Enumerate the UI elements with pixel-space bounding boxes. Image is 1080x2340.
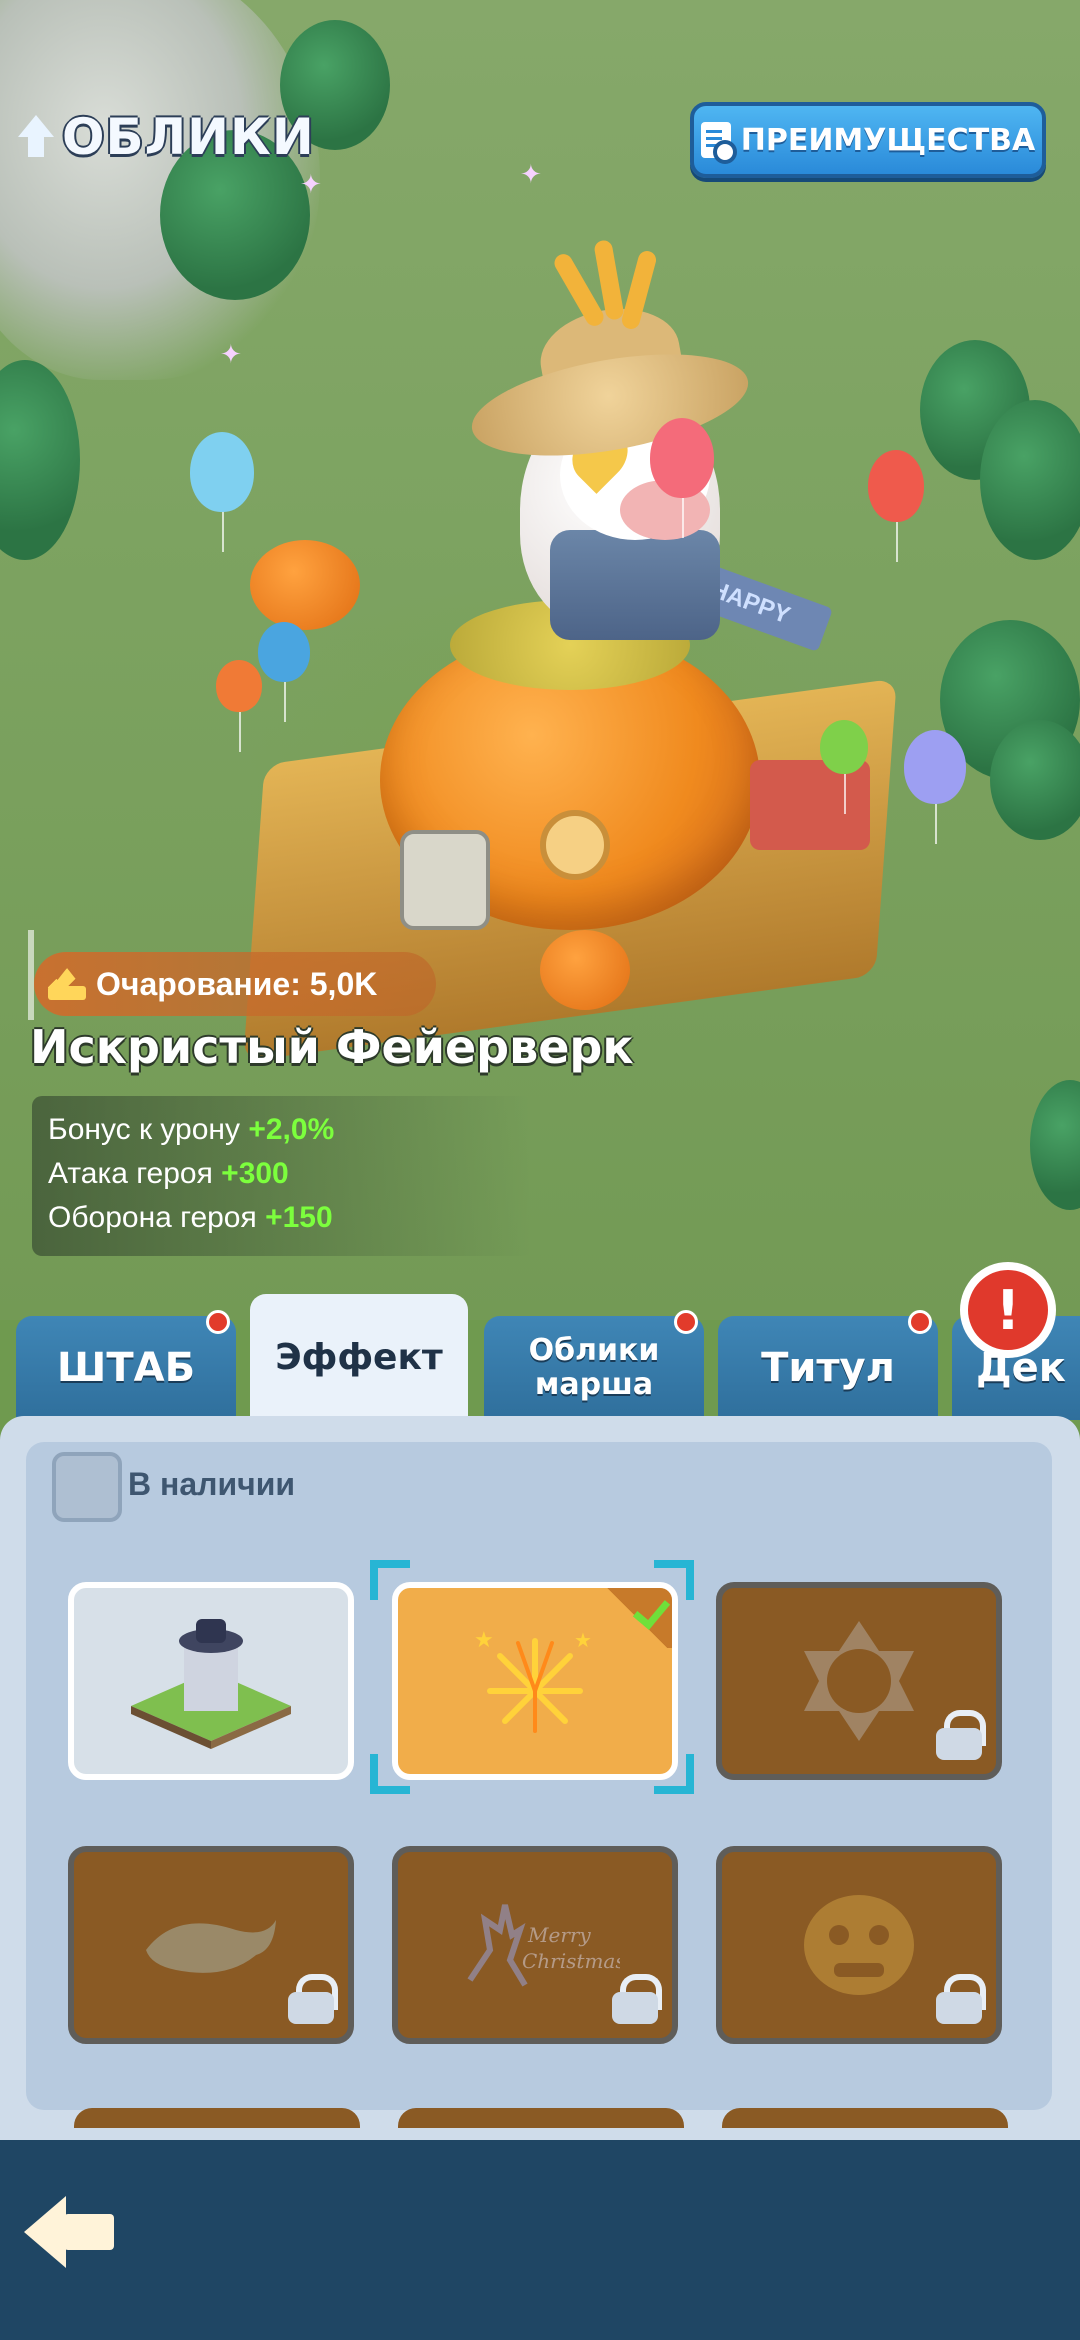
merry-christmas-reindeer-icon: Merry Christmas	[467, 1904, 620, 1987]
back-arrow-icon[interactable]	[24, 2192, 116, 2272]
pumpkin	[250, 540, 360, 630]
document-search-icon	[700, 122, 737, 164]
balloon	[820, 720, 868, 814]
bonus-value: +2,0%	[248, 1113, 335, 1146]
pumpkin	[540, 930, 630, 1010]
round-window	[540, 810, 610, 880]
bonus-row: Атака героя +300	[48, 1152, 516, 1196]
bonus-row: Бонус к урону +2,0%	[48, 1108, 516, 1152]
tab-title[interactable]: Титул	[718, 1310, 938, 1420]
whale-icon	[146, 1920, 276, 1973]
notification-dot	[908, 1310, 932, 1334]
category-tabs: ШТАБ Эффект Облики марша Титул Дек	[0, 1290, 1080, 1420]
sparkle-icon: ✦	[220, 340, 242, 370]
svg-text:★: ★	[474, 1628, 494, 1653]
skin-cell-partial[interactable]	[74, 2108, 360, 2128]
tab-label: Облики марша	[528, 1333, 660, 1402]
cow-overalls	[550, 530, 720, 640]
tab-label: ШТАБ	[56, 1345, 196, 1391]
lock-icon	[612, 1974, 662, 2024]
skin-cell-locked[interactable]	[716, 1846, 1002, 2044]
tab-effect[interactable]: Эффект	[250, 1294, 468, 1420]
page-title: ОБЛИКИ	[62, 108, 315, 166]
bonus-row: Оборона героя +150	[48, 1196, 516, 1240]
notification-dot	[206, 1310, 230, 1334]
balloon	[258, 622, 310, 722]
skin-cell[interactable]	[68, 1582, 354, 1780]
skin-cell-selected[interactable]: ★ ★	[392, 1582, 678, 1780]
snowflake-frame-icon	[804, 1621, 914, 1741]
milk-can	[400, 830, 490, 930]
tree-up-icon	[16, 115, 56, 159]
skin-cell-partial[interactable]	[722, 2108, 1008, 2128]
charm-badge: Очарование: 5,0K	[34, 952, 436, 1016]
selection-corner	[370, 1754, 410, 1794]
selection-corner	[370, 1560, 410, 1600]
info-accent-line	[28, 930, 34, 1020]
skin-cell-partial[interactable]	[398, 2108, 684, 2128]
available-filter-checkbox[interactable]	[52, 1452, 122, 1522]
christmas-text: Christmas	[522, 1949, 620, 1973]
lock-icon	[936, 1710, 986, 1760]
balloon	[190, 432, 254, 552]
tab-march-skins[interactable]: Облики марша	[484, 1310, 704, 1420]
balloon	[650, 418, 714, 538]
bonus-label: Атака героя	[48, 1157, 213, 1190]
lock-icon	[288, 1974, 338, 2024]
alert-icon[interactable]: !	[960, 1262, 1056, 1358]
tree	[990, 720, 1080, 840]
sparkle-icon: ✦	[520, 160, 542, 190]
bonus-list: Бонус к урону +2,0% Атака героя +300 Обо…	[32, 1096, 532, 1256]
tab-label: Эффект	[275, 1336, 443, 1378]
crown-icon	[48, 968, 86, 1000]
lion-dance-icon	[804, 1895, 914, 1995]
fireworks-icon: ★ ★	[474, 1628, 592, 1733]
bonus-label: Оборона героя	[48, 1201, 257, 1234]
selection-corner	[654, 1560, 694, 1600]
tree	[0, 360, 80, 560]
bonus-value: +150	[265, 1201, 333, 1234]
balloon	[216, 660, 262, 752]
bonus-label: Бонус к урону	[48, 1113, 240, 1146]
benefits-button[interactable]: ПРЕИМУЩЕСТВА	[690, 102, 1046, 178]
charm-value: Очарование: 5,0K	[96, 965, 378, 1002]
available-filter-label: В наличии	[128, 1466, 296, 1502]
tractor	[750, 760, 870, 850]
tree	[980, 400, 1080, 560]
svg-text:★: ★	[574, 1628, 592, 1652]
skin-cell-locked[interactable]: Merry Christmas	[392, 1846, 678, 2044]
tab-label: Титул	[761, 1345, 895, 1391]
tab-hq[interactable]: ШТАБ	[16, 1310, 236, 1420]
skin-cell-locked[interactable]	[68, 1846, 354, 2044]
bottom-bar	[0, 2140, 1080, 2340]
sparkle-icon: ✦	[300, 170, 322, 200]
benefits-label: ПРЕИМУЩЕСТВА	[740, 122, 1036, 158]
skin-cell-locked[interactable]	[716, 1582, 1002, 1780]
lock-icon	[936, 1974, 986, 2024]
base-building-icon	[131, 1619, 291, 1749]
balloon	[868, 450, 924, 562]
bonus-value: +300	[221, 1157, 289, 1190]
selection-corner	[654, 1754, 694, 1794]
merry-text: Merry	[527, 1923, 591, 1947]
notification-dot	[674, 1310, 698, 1334]
tree	[1030, 1080, 1080, 1210]
skin-name: Искристый Фейерверк	[30, 1020, 634, 1074]
page-header: ОБЛИКИ	[16, 108, 315, 166]
balloon	[904, 730, 966, 844]
